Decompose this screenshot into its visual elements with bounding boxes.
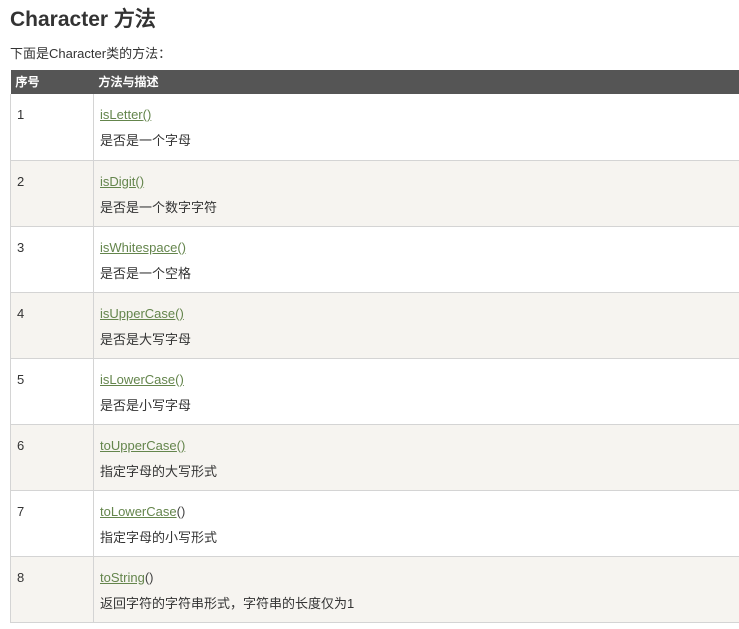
method-description: 是否是一个数字字符 <box>100 199 218 215</box>
method-description: 是否是一个空格 <box>100 265 192 281</box>
row-number: 1 <box>10 94 94 160</box>
row-number: 4 <box>10 292 94 358</box>
row-content: toUpperCase() 指定字母的大写形式 <box>94 424 739 490</box>
table-row: 2 isDigit() 是否是一个数字字符 <box>10 160 739 226</box>
row-content: isWhitespace() 是否是一个空格 <box>94 226 739 292</box>
method-link-isdigit[interactable]: isDigit() <box>100 174 733 190</box>
method-description: 指定字母的大写形式 <box>100 463 218 479</box>
row-number: 3 <box>10 226 94 292</box>
table-row: 1 isLetter() 是否是一个字母 <box>10 94 739 160</box>
method-paren: () <box>175 371 184 387</box>
table-row: 8 toString() 返回字符的字符串形式，字符串的长度仅为1 <box>10 556 739 622</box>
row-content: isUpperCase() 是否是大写字母 <box>94 292 739 358</box>
intro-text: 下面是Character类的方法： <box>10 46 172 61</box>
row-content: isLetter() 是否是一个字母 <box>94 94 739 160</box>
table-row: 5 isLowerCase() 是否是小写字母 <box>10 358 739 424</box>
header-number: 序号 <box>15 75 40 89</box>
method-link-touppercase[interactable]: toUpperCase() <box>100 438 733 454</box>
header-method: 方法与描述 <box>98 75 159 89</box>
method-paren: () <box>144 569 154 585</box>
table-row: 7 toLowerCase() 指定字母的小写形式 <box>10 490 739 556</box>
row-number: 2 <box>10 160 94 226</box>
table-body: 1 isLetter() 是否是一个字母 2 isDigit() 是否是一个数字… <box>10 94 739 622</box>
method-name: toString <box>100 569 145 585</box>
table-row: 4 isUpperCase() 是否是大写字母 <box>10 292 739 358</box>
page-title: Character 方法 <box>10 8 156 31</box>
row-number: 7 <box>10 490 94 556</box>
method-link-tostring[interactable]: toString() <box>100 570 733 586</box>
row-number: 8 <box>10 556 94 622</box>
method-name: isUpperCase <box>100 305 176 321</box>
table-header-row: 序号 方法与描述 <box>10 70 739 94</box>
method-link-islowercase[interactable]: isLowerCase() <box>100 372 733 388</box>
row-content: toLowerCase() 指定字母的小写形式 <box>94 490 739 556</box>
method-description: 返回字符的字符串形式，字符串的长度仅为1 <box>100 595 355 611</box>
method-link-tolowercase[interactable]: toLowerCase() <box>100 504 733 520</box>
method-link-iswhitespace[interactable]: isWhitespace() <box>100 240 733 256</box>
method-name: isLetter <box>100 107 143 122</box>
method-link-isuppercase[interactable]: isUpperCase() <box>100 306 733 322</box>
row-content: toString() 返回字符的字符串形式，字符串的长度仅为1 <box>94 556 739 622</box>
content-area: Character 方法 下面是Character类的方法： 序号 方法与描述 … <box>10 0 739 623</box>
method-paren: () <box>175 305 184 321</box>
row-number: 5 <box>10 358 94 424</box>
table-row: 3 isWhitespace() 是否是一个空格 <box>10 226 739 292</box>
method-name: isDigit <box>100 173 136 189</box>
row-content: isLowerCase() 是否是小写字母 <box>94 358 739 424</box>
method-description: 是否是大写字母 <box>100 331 192 347</box>
method-name: isLowerCase <box>100 371 176 387</box>
method-paren: () <box>176 503 186 519</box>
method-description: 是否是一个字母 <box>100 133 192 148</box>
row-content: isDigit() 是否是一个数字字符 <box>94 160 739 226</box>
row-number: 6 <box>10 424 94 490</box>
method-paren: () <box>135 173 145 189</box>
method-name: isWhitespace <box>100 239 178 255</box>
method-link-isletter[interactable]: isLetter() <box>100 107 733 123</box>
method-description: 是否是小写字母 <box>100 397 192 413</box>
method-description: 指定字母的小写形式 <box>100 529 218 545</box>
table-row: 6 toUpperCase() 指定字母的大写形式 <box>10 424 739 490</box>
methods-table: 序号 方法与描述 1 isLetter() 是否是一个字母 2 isDigit(… <box>10 70 739 623</box>
method-paren: () <box>177 239 186 255</box>
method-paren: () <box>176 437 186 453</box>
method-name: toUpperCase <box>100 437 177 453</box>
method-name: toLowerCase <box>100 503 177 519</box>
method-paren: () <box>142 107 152 122</box>
table-header: 序号 方法与描述 <box>10 70 739 94</box>
